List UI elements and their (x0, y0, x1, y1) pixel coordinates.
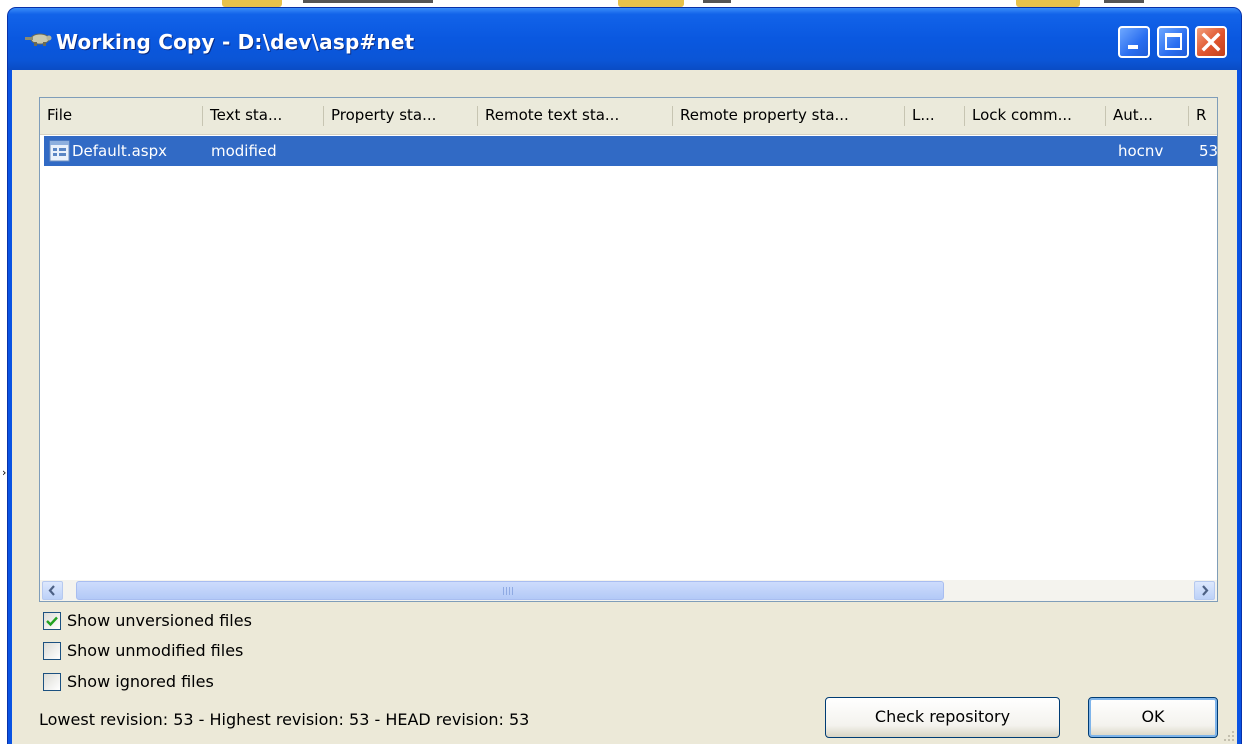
aspx-file-icon (49, 140, 70, 162)
close-icon (1201, 32, 1221, 52)
checkbox-box[interactable] (43, 612, 61, 630)
column-header-text-status[interactable]: Text sta... (203, 98, 324, 133)
checkbox-box[interactable] (43, 642, 61, 660)
checkbox-label: Show unmodified files (67, 641, 244, 660)
working-copy-dialog: Working Copy - D:\dev\asp#net File Text … (8, 8, 1241, 744)
resize-grip-icon[interactable] (1223, 730, 1235, 742)
column-header-lock-comment[interactable]: Lock comm... (965, 98, 1106, 133)
file-status-list[interactable]: File Text sta... Property sta... Remote … (39, 97, 1218, 602)
horizontal-scrollbar[interactable] (40, 580, 1217, 601)
cell-revision: 53 (1199, 142, 1217, 160)
ok-button[interactable]: OK (1088, 697, 1218, 738)
scroll-left-button[interactable] (42, 581, 63, 600)
minimize-icon (1128, 45, 1138, 49)
maximize-icon (1165, 33, 1182, 50)
list-header: File Text sta... Property sta... Remote … (40, 98, 1217, 135)
desktop-edge-glyph: › (2, 466, 7, 479)
dialog-body: File Text sta... Property sta... Remote … (12, 70, 1237, 744)
checkbox-label: Show unversioned files (67, 611, 252, 630)
column-header-remote-text-status[interactable]: Remote text sta... (478, 98, 673, 133)
cell-text-status: modified (211, 142, 277, 160)
scroll-right-button[interactable] (1194, 581, 1215, 600)
check-repository-button[interactable]: Check repository (825, 697, 1060, 738)
column-header-remote-property-status[interactable]: Remote property sta... (673, 98, 905, 133)
desktop-folder-icon (222, 0, 282, 7)
desktop-folder-icon (618, 0, 684, 7)
desktop-icon-label (1104, 0, 1144, 3)
column-header-revision[interactable]: R (1189, 98, 1217, 133)
desktop-folder-icon (1016, 0, 1080, 7)
desktop-icon-label (303, 0, 433, 3)
grip-icon (503, 587, 513, 595)
window-title: Working Copy - D:\dev\asp#net (56, 30, 415, 54)
checkmark-icon (46, 616, 58, 627)
desktop-background (0, 0, 1243, 8)
cell-author: hocnv (1118, 142, 1164, 160)
maximize-button[interactable] (1157, 26, 1189, 58)
list-item[interactable]: Default.aspx modified hocnv 53 (44, 136, 1217, 166)
title-bar[interactable]: Working Copy - D:\dev\asp#net (8, 8, 1241, 70)
tortoise-icon (25, 33, 52, 46)
desktop-icon-label (703, 0, 731, 3)
checkbox-label: Show ignored files (67, 672, 214, 691)
revision-status: Lowest revision: 53 - Highest revision: … (39, 710, 530, 729)
column-header-file[interactable]: File (40, 98, 203, 133)
chevron-left-icon (48, 585, 55, 596)
checkbox-box[interactable] (43, 673, 61, 691)
close-button[interactable] (1195, 26, 1227, 58)
chevron-right-icon (1202, 585, 1209, 596)
column-header-lock[interactable]: L... (905, 98, 965, 133)
column-header-property-status[interactable]: Property sta... (324, 98, 478, 133)
cell-file: Default.aspx (72, 142, 167, 160)
minimize-button[interactable] (1118, 26, 1150, 58)
column-header-author[interactable]: Aut... (1106, 98, 1189, 133)
scrollbar-thumb[interactable] (76, 581, 944, 600)
